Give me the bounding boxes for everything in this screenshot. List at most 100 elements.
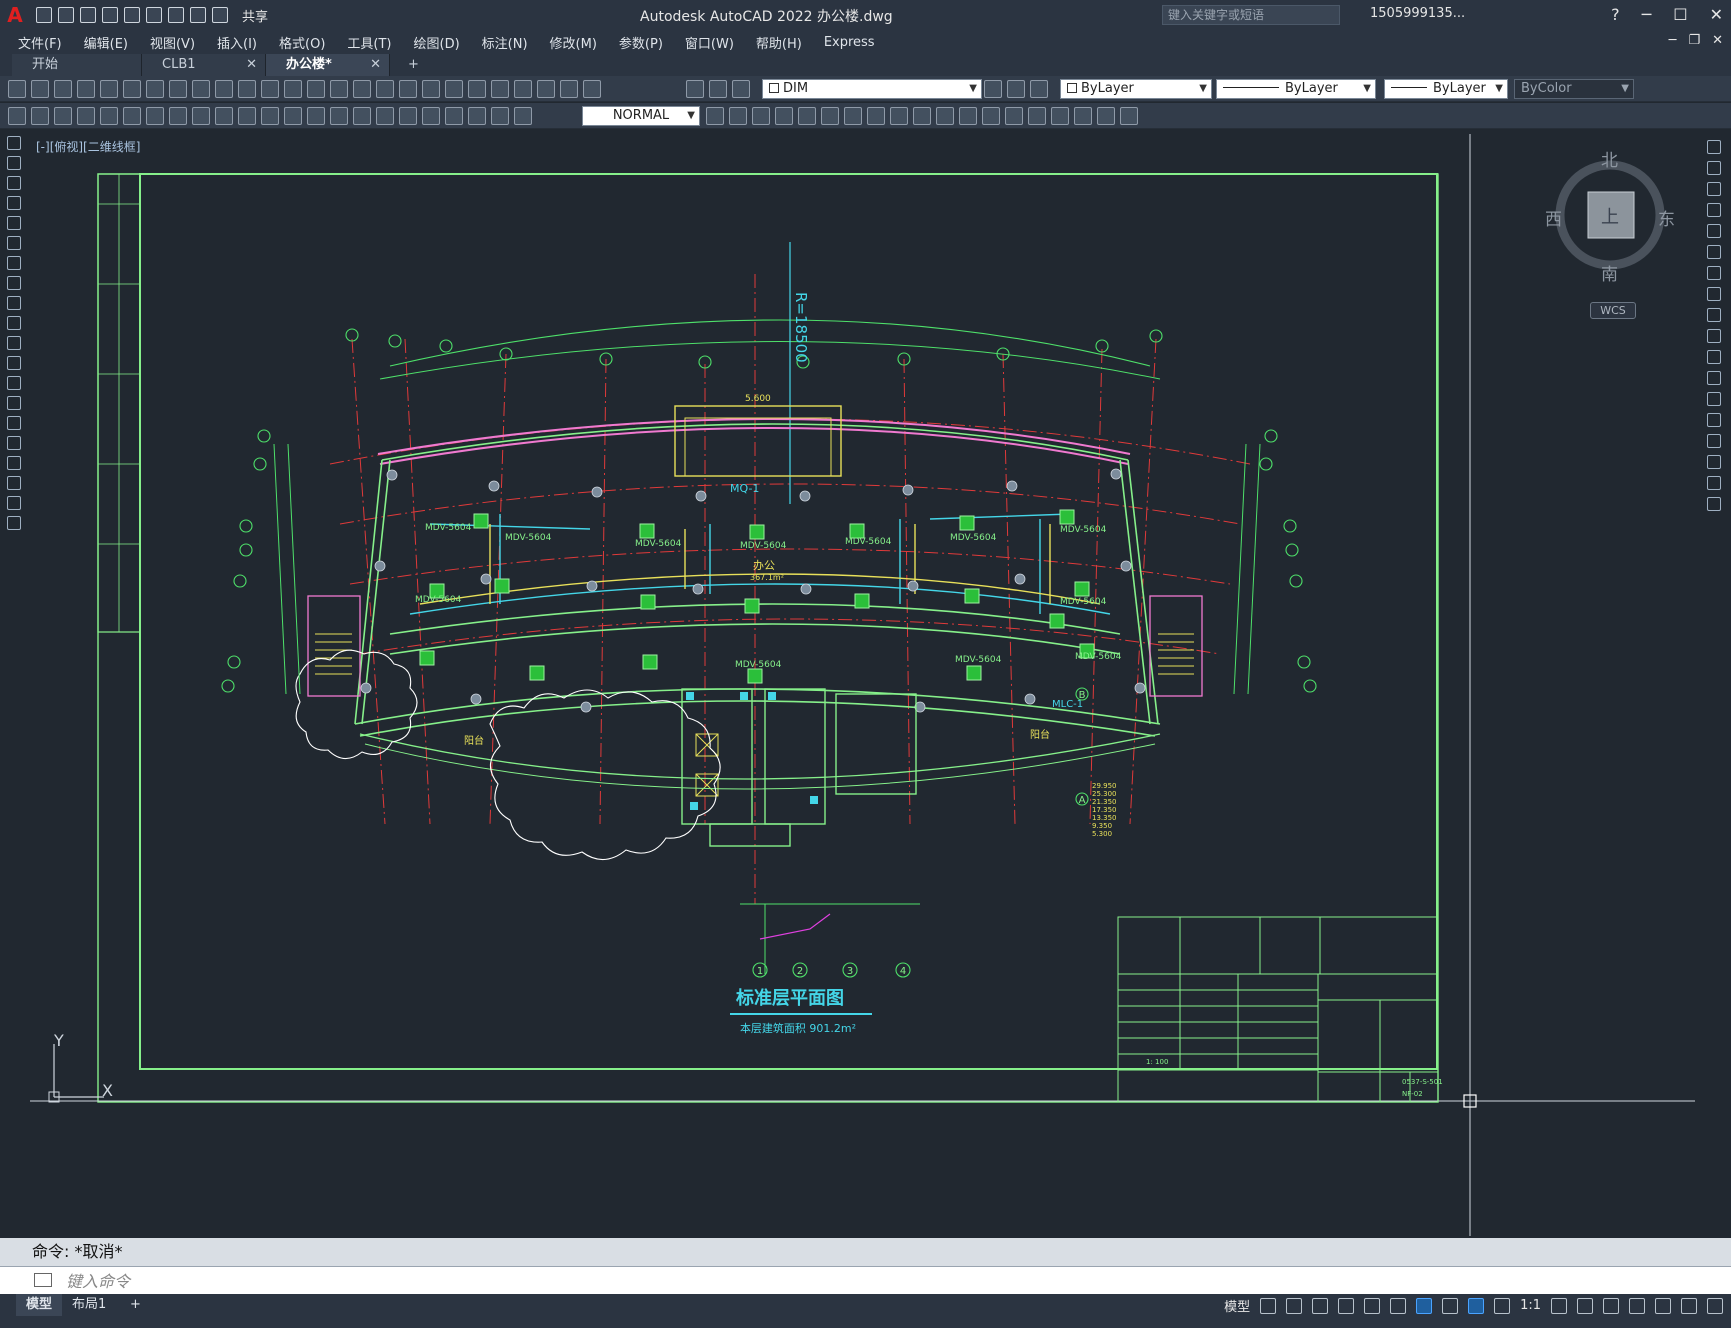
menu-draw[interactable]: 绘图(D) (414, 33, 460, 52)
tab-layout1[interactable]: 布局1 (62, 1294, 116, 1316)
arc-length-icon[interactable] (123, 107, 141, 125)
close-icon[interactable]: ✕ (370, 54, 381, 76)
revcloud-icon[interactable] (7, 276, 21, 290)
object-snap-tracking-icon[interactable] (1390, 1297, 1407, 1314)
menu-dimension[interactable]: 标注(N) (482, 33, 528, 52)
polar-icon[interactable] (1338, 1297, 1355, 1314)
center-mark-icon[interactable] (399, 107, 417, 125)
annotation-scale[interactable]: 1:1 (1520, 1298, 1541, 1313)
tool-palettes-icon[interactable] (468, 80, 486, 98)
ordinate-icon[interactable] (146, 107, 164, 125)
zoom-window-icon[interactable] (376, 80, 394, 98)
add-selected-icon[interactable] (7, 516, 21, 530)
menu-window[interactable]: 窗口(W) (685, 33, 734, 52)
save-icon[interactable] (80, 7, 96, 23)
snap-icon[interactable] (1286, 1297, 1303, 1314)
open-icon[interactable] (58, 7, 74, 23)
mirror-icon[interactable] (775, 107, 793, 125)
open-web-icon[interactable] (124, 7, 140, 23)
lock-icon[interactable] (732, 80, 750, 98)
close-button[interactable]: ✕ (1710, 5, 1723, 24)
tab-model[interactable]: 模型 (16, 1294, 63, 1316)
dim-text-edit-icon[interactable] (491, 107, 509, 125)
auto-scale-icon[interactable] (1494, 1297, 1511, 1314)
undo-icon[interactable] (284, 80, 302, 98)
units-icon[interactable] (1603, 1297, 1619, 1314)
command-input[interactable] (66, 1270, 1666, 1292)
jogged-linear-icon[interactable] (445, 107, 463, 125)
zoom-realtime-icon[interactable] (353, 80, 371, 98)
move-icon[interactable] (1707, 245, 1721, 259)
grid-icon[interactable] (1260, 1297, 1277, 1314)
undo-icon[interactable] (190, 7, 206, 23)
wcs-menu[interactable]: WCS (1590, 302, 1636, 319)
object-snap-icon[interactable] (1416, 1297, 1433, 1314)
tab-office-building[interactable]: 办公楼* ✕ (266, 54, 390, 76)
insert-block-icon[interactable] (7, 356, 21, 370)
doc-minimize-button[interactable]: ─ (1669, 33, 1677, 48)
redo-icon[interactable] (212, 7, 228, 23)
color-dropdown[interactable]: ByLayer ▼ (1060, 79, 1212, 99)
plot-icon[interactable] (168, 7, 184, 23)
viewcube-top-label[interactable]: 上 (1601, 203, 1619, 229)
redo-icon[interactable] (307, 80, 325, 98)
menu-edit[interactable]: 编辑(E) (84, 33, 128, 52)
layer-dropdown[interactable]: DIM ▼ (762, 79, 982, 99)
construction-line-icon[interactable] (7, 156, 21, 170)
erase-icon[interactable] (729, 107, 747, 125)
lineweight-icon[interactable] (1442, 1297, 1459, 1314)
close-icon[interactable]: ✕ (246, 54, 257, 76)
linetype-dropdown[interactable]: ByLayer ▼ (1216, 79, 1376, 99)
properties-icon[interactable] (422, 80, 440, 98)
tolerance-icon[interactable] (376, 107, 394, 125)
table-icon[interactable] (7, 476, 21, 490)
ortho-icon[interactable] (1312, 1297, 1329, 1314)
stretch-icon[interactable] (913, 107, 931, 125)
table-icon[interactable] (8, 107, 26, 125)
aligned-dim-icon[interactable] (100, 107, 118, 125)
offset-icon[interactable] (798, 107, 816, 125)
copy-icon[interactable] (192, 80, 210, 98)
qnew-icon[interactable] (8, 80, 26, 98)
extend-icon[interactable] (1707, 350, 1721, 364)
break-icon[interactable] (1707, 392, 1721, 406)
dimstyle-dropdown[interactable]: NORMAL ▼ (582, 106, 700, 126)
layer-previous-icon[interactable] (1007, 80, 1025, 98)
join-icon[interactable] (1707, 413, 1721, 427)
help-icon[interactable]: ? (1611, 5, 1620, 24)
light-bulb-icon[interactable] (686, 80, 704, 98)
viewport-controls[interactable]: [-][俯视][二维线框] (36, 138, 140, 155)
minimize-button[interactable]: ─ (1642, 5, 1652, 24)
linear-dim-icon[interactable] (77, 107, 95, 125)
rotate-icon[interactable] (1707, 266, 1721, 280)
stretch-icon[interactable] (1707, 308, 1721, 322)
point-icon[interactable] (7, 396, 21, 410)
search-input[interactable]: 键入关键字或短语 (1162, 5, 1340, 25)
circle-icon[interactable] (7, 256, 21, 270)
isodraft-icon[interactable] (1364, 1297, 1381, 1314)
diameter-icon[interactable] (215, 107, 233, 125)
line-icon[interactable] (7, 136, 21, 150)
plot-icon[interactable] (77, 80, 95, 98)
open-icon[interactable] (31, 80, 49, 98)
viewcube[interactable]: 北 南 东 西 上 (1545, 150, 1678, 285)
sun-icon[interactable] (709, 80, 727, 98)
new-icon[interactable] (36, 7, 52, 23)
chamfer-icon[interactable] (1707, 434, 1721, 448)
erase-icon[interactable] (1707, 140, 1721, 154)
radius-dim-icon[interactable] (169, 107, 187, 125)
ellipse-arc-icon[interactable] (7, 336, 21, 350)
dim-style-icon[interactable] (706, 107, 724, 125)
hardware-acceleration-icon[interactable] (1655, 1297, 1671, 1314)
pan-icon[interactable] (330, 80, 348, 98)
design-center-icon[interactable] (445, 80, 463, 98)
make-block-icon[interactable] (7, 376, 21, 390)
menu-modify[interactable]: 修改(M) (550, 33, 597, 52)
ellipse-icon[interactable] (7, 316, 21, 330)
make-current-icon[interactable] (984, 80, 1002, 98)
cut-icon[interactable] (169, 80, 187, 98)
region-icon[interactable] (1097, 107, 1115, 125)
paste-icon[interactable] (215, 80, 233, 98)
menu-express[interactable]: Express (824, 35, 875, 50)
annotation-visibility-icon[interactable] (1468, 1297, 1485, 1314)
